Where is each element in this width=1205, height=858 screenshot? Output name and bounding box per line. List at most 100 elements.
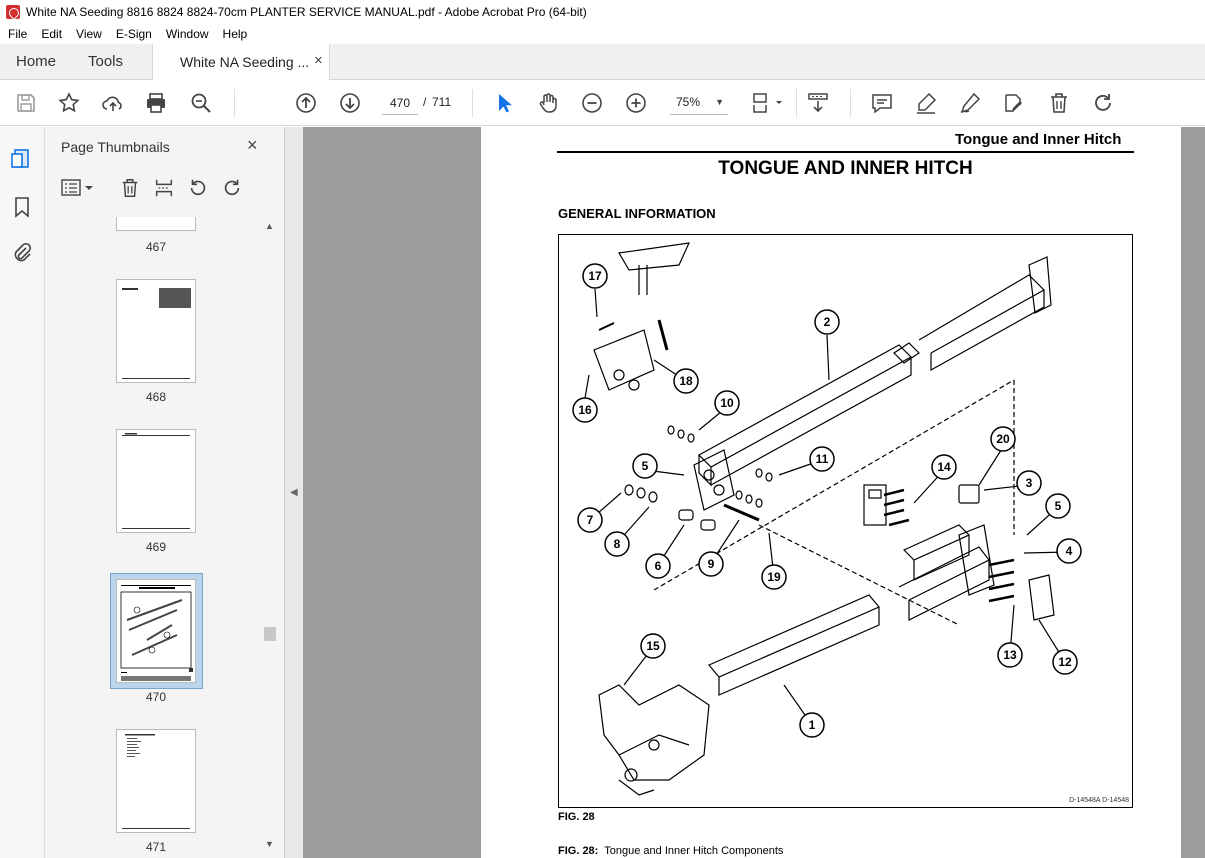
hand-tool-icon[interactable] <box>536 91 560 115</box>
edit-pdf-icon[interactable] <box>1002 91 1026 115</box>
delete-icon[interactable] <box>1047 91 1071 115</box>
zoom-in-icon[interactable] <box>624 91 648 115</box>
highlight-pen-icon[interactable] <box>914 91 938 115</box>
toolbar-divider <box>234 89 235 117</box>
thumbnail-list: 467 468 469 470 471 <box>45 217 261 858</box>
menu-esign[interactable]: E-Sign <box>109 27 159 41</box>
svg-text:19: 19 <box>767 570 781 584</box>
attachments-icon[interactable] <box>10 241 34 265</box>
thumbnail-scrollbar[interactable]: ▲ ▼ <box>262 219 276 858</box>
bookmarks-icon[interactable] <box>10 195 34 219</box>
window-title: White NA Seeding 8816 8824 8824-70cm PLA… <box>26 5 587 19</box>
draw-sign-icon[interactable] <box>958 91 982 115</box>
callout-group: 17 2 18 16 10 11 5 20 14 3 7 5 8 6 9 19 <box>572 263 1082 738</box>
svg-text:14: 14 <box>937 460 951 474</box>
save-icon[interactable] <box>14 91 38 115</box>
svg-text:6: 6 <box>655 559 662 573</box>
upload-cloud-icon[interactable] <box>101 91 125 115</box>
thumbnail-toolbar <box>45 177 285 205</box>
menu-window[interactable]: Window <box>159 27 216 41</box>
thumbnail-page[interactable] <box>116 279 196 383</box>
svg-text:7: 7 <box>587 513 594 527</box>
insert-page-icon[interactable] <box>153 177 177 201</box>
svg-text:16: 16 <box>578 403 592 417</box>
callout-13: 13 <box>997 642 1023 668</box>
callout-4: 4 <box>1056 538 1082 564</box>
caption-prefix: FIG. 28: <box>558 845 599 857</box>
title-bar: White NA Seeding 8816 8824 8824-70cm PLA… <box>0 0 1205 24</box>
thumbnail-page-number: 469 <box>145 540 167 554</box>
thumbnails-panel: Page Thumbnails × 467 468 469 470 471 ▲ … <box>45 127 285 858</box>
pdf-page: Tongue and Inner Hitch TONGUE AND INNER … <box>481 127 1181 858</box>
document-viewport[interactable]: Tongue and Inner Hitch TONGUE AND INNER … <box>303 127 1205 858</box>
next-page-icon[interactable] <box>338 91 362 115</box>
svg-text:18: 18 <box>679 374 693 388</box>
select-cursor-icon[interactable] <box>492 91 516 115</box>
thumbnail-page[interactable] <box>116 729 196 833</box>
svg-text:2: 2 <box>824 315 831 329</box>
caption-text: Tongue and Inner Hitch Components <box>604 845 784 857</box>
page-thumbnails-icon[interactable] <box>10 147 34 171</box>
callout-12: 12 <box>1052 649 1078 675</box>
exploded-diagram: 17 2 18 16 10 11 5 20 14 3 7 5 8 6 9 19 <box>558 234 1133 808</box>
page-title: TONGUE AND INNER HITCH <box>718 158 973 179</box>
rotate-icon[interactable] <box>1091 91 1115 115</box>
svg-text:9: 9 <box>708 557 715 571</box>
thumbnail-page[interactable] <box>116 217 196 231</box>
menu-bar: File Edit View E-Sign Window Help <box>0 24 1205 44</box>
scroll-mode-icon[interactable] <box>806 91 830 115</box>
toolbar-divider <box>472 89 473 117</box>
svg-text:10: 10 <box>720 396 734 410</box>
tab-document-label: White NA Seeding ... <box>180 54 310 70</box>
bookmark-star-icon[interactable] <box>57 91 81 115</box>
svg-text:15: 15 <box>646 639 660 653</box>
callout-1: 1 <box>799 712 825 738</box>
menu-help[interactable]: Help <box>216 27 255 41</box>
scroll-thumb[interactable] <box>264 627 276 641</box>
scroll-down-icon[interactable]: ▼ <box>265 839 274 849</box>
page-layout-icon[interactable] <box>750 91 786 115</box>
rotate-cw-icon[interactable] <box>221 177 245 201</box>
prev-page-icon[interactable] <box>294 91 318 115</box>
tab-tools[interactable]: Tools <box>88 53 123 70</box>
thumbnail-page-number: 471 <box>145 840 167 854</box>
zoom-value: 75% <box>676 95 701 109</box>
exploded-diagram-drawing: 17 2 18 16 10 11 5 20 14 3 7 5 8 6 9 19 <box>572 242 1082 796</box>
comment-icon[interactable] <box>870 91 894 115</box>
svg-text:11: 11 <box>816 452 829 466</box>
menu-file[interactable]: File <box>0 27 34 41</box>
callout-5a: 5 <box>632 453 658 479</box>
thumbnail-page-number: 470 <box>145 690 167 704</box>
callout-18: 18 <box>673 368 699 394</box>
page-number-input[interactable] <box>382 91 418 115</box>
zoom-dropdown[interactable]: 75% ▼ <box>670 91 728 115</box>
callout-19: 19 <box>761 564 787 590</box>
chevron-down-icon: ▼ <box>715 97 724 107</box>
options-menu-icon[interactable] <box>61 177 95 201</box>
panel-collapse-handle[interactable]: ◀ <box>285 127 303 858</box>
callout-8: 8 <box>604 531 630 557</box>
close-icon[interactable]: × <box>247 135 258 156</box>
svg-text:1: 1 <box>809 718 816 732</box>
menu-edit[interactable]: Edit <box>34 27 69 41</box>
thumbnail-page[interactable] <box>116 429 196 533</box>
scroll-up-icon[interactable]: ▲ <box>265 221 274 231</box>
figure-code: D-14548A D-14548 <box>1069 797 1129 804</box>
tab-home[interactable]: Home <box>16 53 56 70</box>
rotate-ccw-icon[interactable] <box>187 177 211 201</box>
menu-view[interactable]: View <box>69 27 109 41</box>
tab-document[interactable]: White NA Seeding ... × <box>152 44 330 80</box>
zoom-search-icon[interactable] <box>189 91 213 115</box>
thumbnail-page[interactable] <box>116 579 196 683</box>
callout-9: 9 <box>698 551 724 577</box>
callout-16: 16 <box>572 397 598 423</box>
callout-7: 7 <box>577 507 603 533</box>
callout-6: 6 <box>645 553 671 579</box>
delete-page-icon[interactable] <box>119 177 143 201</box>
figure-label: FIG. 28 <box>558 811 595 823</box>
zoom-out-icon[interactable] <box>580 91 604 115</box>
callout-20: 20 <box>990 426 1016 452</box>
toolbar-divider <box>850 89 851 117</box>
tab-close-icon[interactable]: × <box>314 52 323 69</box>
print-icon[interactable] <box>144 91 168 115</box>
